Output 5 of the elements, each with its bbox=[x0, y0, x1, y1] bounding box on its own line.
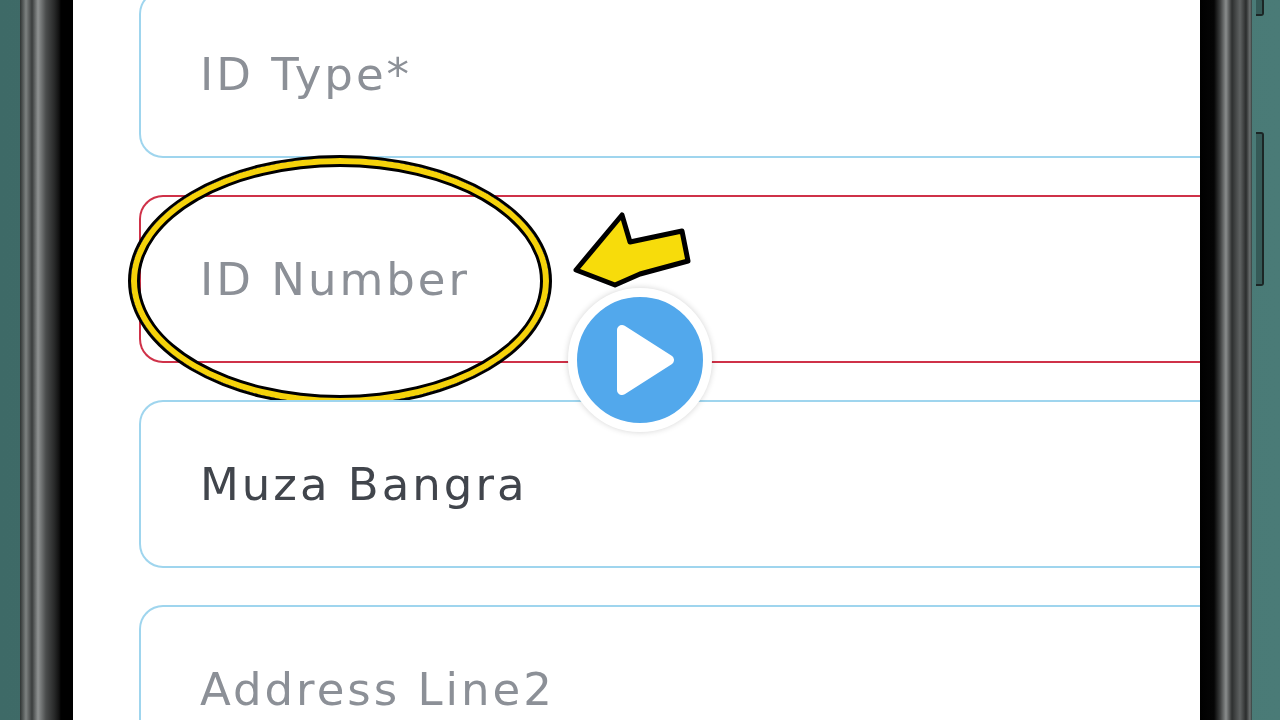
play-icon bbox=[615, 324, 675, 396]
input-field[interactable]: ID Number bbox=[139, 195, 1200, 363]
side-button[interactable] bbox=[1256, 0, 1264, 16]
input-field[interactable]: Muza Bangra bbox=[139, 400, 1200, 568]
side-button[interactable] bbox=[1256, 132, 1264, 286]
